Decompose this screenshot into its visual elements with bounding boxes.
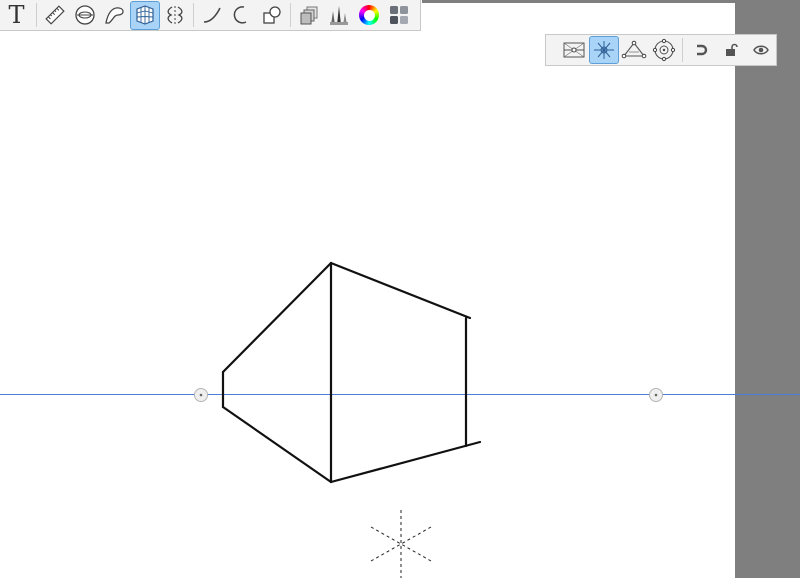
vanishing-point-right-handle[interactable] xyxy=(649,388,663,402)
french-curve-icon xyxy=(105,7,124,24)
drawing-layer xyxy=(0,261,800,578)
brushes-icon xyxy=(330,6,348,25)
lock-icon xyxy=(726,43,738,56)
shape-icon xyxy=(263,6,281,24)
copic-colors-tool-button[interactable] xyxy=(384,1,414,30)
toolbar-divider xyxy=(290,3,291,27)
ellipse-guide-icon xyxy=(75,5,95,25)
left-bottom-stroke xyxy=(221,405,333,484)
perspective-grid-icon xyxy=(136,5,154,25)
two-point-perspective-button[interactable] xyxy=(589,36,620,64)
toolbar-divider xyxy=(193,3,194,27)
one-point-perspective-icon xyxy=(563,42,585,58)
fisheye-perspective-icon xyxy=(652,38,676,62)
lock-button[interactable] xyxy=(716,36,746,64)
left-top-stroke xyxy=(221,261,333,374)
layers-tool-button[interactable] xyxy=(294,1,324,30)
magnet-icon xyxy=(697,44,708,56)
ruler-tool-button[interactable] xyxy=(40,1,70,30)
three-point-perspective-button[interactable] xyxy=(619,36,649,64)
toolbar-divider xyxy=(36,3,37,27)
vanishing-point-left-handle[interactable] xyxy=(194,388,208,402)
main-toolbar: T xyxy=(0,0,421,31)
predictive-stroke-icon xyxy=(233,6,247,24)
text-icon: T xyxy=(8,1,25,29)
ruler-icon xyxy=(45,5,65,25)
text-tool-button[interactable]: T xyxy=(0,1,33,30)
perspective-guide-tool-button[interactable] xyxy=(130,0,160,30)
layers-icon xyxy=(300,6,318,25)
fisheye-perspective-button[interactable] xyxy=(649,36,679,64)
toolbar-divider xyxy=(682,38,684,62)
right-top-stroke xyxy=(329,261,472,320)
visibility-button[interactable] xyxy=(746,36,776,64)
french-curve-tool-button[interactable] xyxy=(100,1,130,30)
swatches-icon xyxy=(390,6,408,24)
predictive-stroke-tool-button[interactable] xyxy=(227,1,257,30)
perspective-center-guide xyxy=(370,510,432,578)
ellipse-guide-tool-button[interactable] xyxy=(70,1,100,30)
color-wheel-tool-button[interactable] xyxy=(354,1,384,30)
right-bottom-stroke xyxy=(329,440,482,484)
eye-icon xyxy=(753,45,769,55)
brush-library-tool-button[interactable] xyxy=(324,1,354,30)
symmetry-icon xyxy=(167,6,183,24)
one-point-perspective-button[interactable] xyxy=(559,36,589,64)
perspective-toolbar xyxy=(545,34,777,66)
color-wheel-icon xyxy=(359,5,379,25)
two-point-perspective-icon xyxy=(594,41,615,59)
box-sketch xyxy=(221,261,482,484)
three-point-perspective-icon xyxy=(621,40,647,59)
steady-stroke-tool-button[interactable] xyxy=(197,1,227,30)
snap-button[interactable] xyxy=(686,36,716,64)
steady-stroke-icon xyxy=(203,7,221,23)
shape-tool-button[interactable] xyxy=(257,1,287,30)
symmetry-tool-button[interactable] xyxy=(160,1,190,30)
